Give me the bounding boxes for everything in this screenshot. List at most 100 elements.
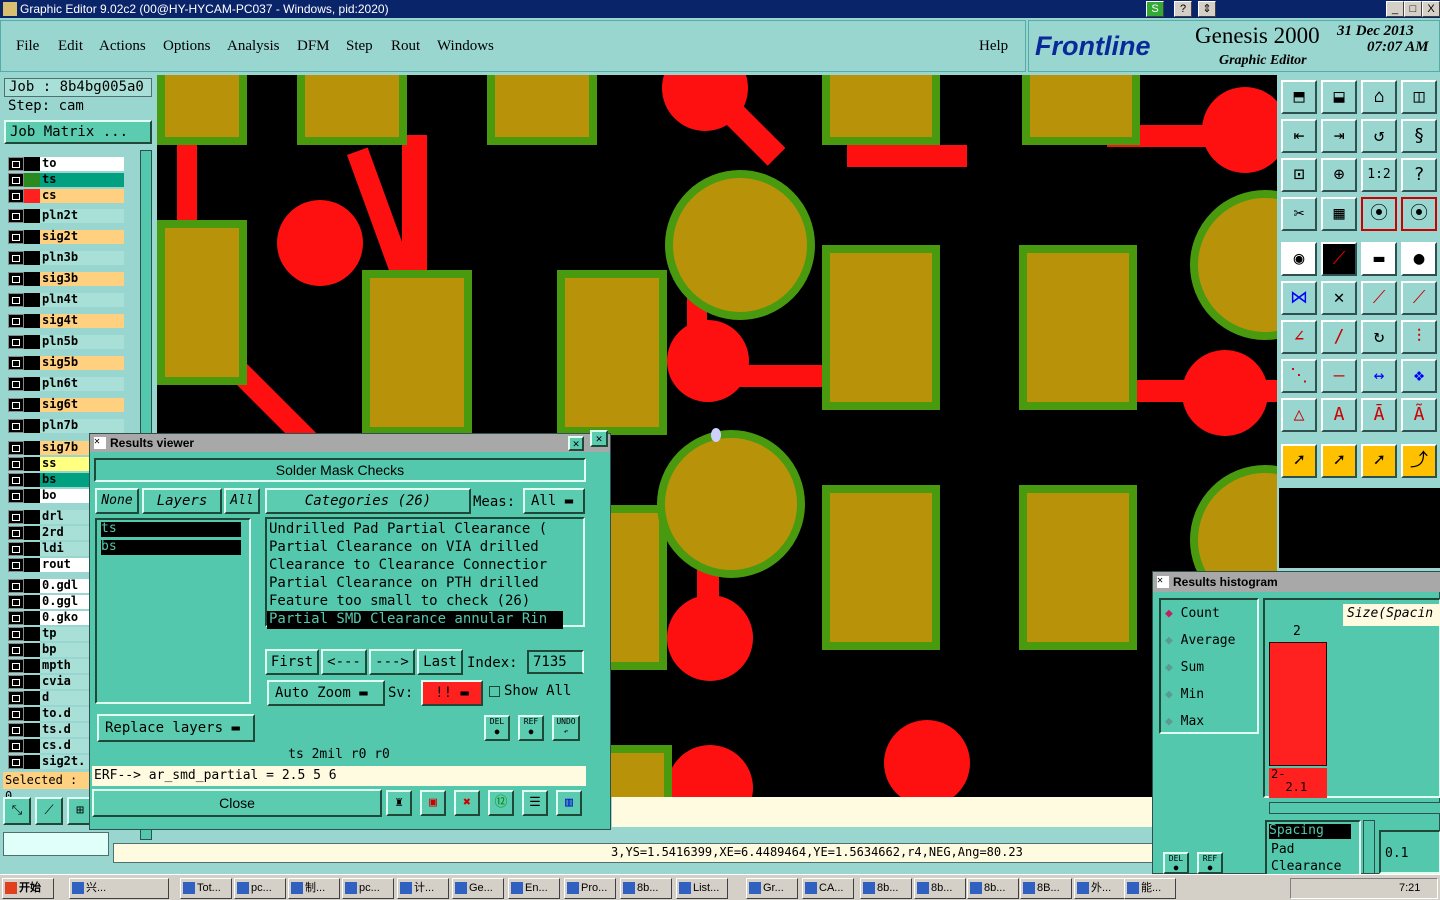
layer-color-swatch[interactable] [24, 659, 40, 673]
menu-rout[interactable]: Rout [391, 38, 420, 55]
layer-color-swatch[interactable] [24, 209, 40, 223]
layer-checkbox[interactable] [8, 356, 24, 370]
delete-icon[interactable]: ✖ [454, 790, 480, 816]
layer-color-swatch[interactable] [24, 419, 40, 433]
layer-checkbox[interactable] [8, 457, 24, 471]
layer-name[interactable]: sig5b [40, 356, 124, 370]
histogram-list-scrollbar[interactable] [1363, 820, 1375, 874]
layer-row[interactable]: pln4t [8, 293, 124, 307]
layer-checkbox[interactable] [8, 473, 24, 487]
layer-color-swatch[interactable] [24, 189, 40, 203]
layer-checkbox[interactable] [8, 377, 24, 391]
tool-icon-8[interactable]: § [1401, 119, 1437, 153]
cross-icon[interactable]: ✕ [1321, 281, 1357, 315]
category-item[interactable]: Feature too small to check (26) [267, 593, 563, 611]
taskbar-item[interactable]: CA... [802, 878, 854, 899]
category-item[interactable]: Undrilled Pad Partial Clearance ( [267, 521, 563, 539]
histogram-option[interactable]: ◆ Sum [1165, 658, 1255, 678]
layer-color-swatch[interactable] [24, 377, 40, 391]
taskbar-item[interactable]: 计... [397, 878, 449, 899]
tool-icon-7[interactable]: ↺ [1361, 119, 1397, 153]
layer-color-swatch[interactable] [24, 356, 40, 370]
layer-row[interactable]: sig2t [8, 230, 124, 244]
layer-color-swatch[interactable] [24, 272, 40, 286]
histogram-scrollbar[interactable] [1269, 802, 1440, 814]
pad-icon[interactable]: ◉ [1281, 242, 1317, 276]
next-button[interactable]: ---> [369, 649, 415, 675]
layer-row[interactable]: sig6t [8, 398, 124, 412]
layer-checkbox[interactable] [8, 209, 24, 223]
menu-windows[interactable]: Windows [437, 38, 494, 55]
layer-checkbox[interactable] [8, 739, 24, 753]
layer-checkbox[interactable] [8, 441, 24, 455]
taskbar-item[interactable]: 外... [1074, 878, 1126, 899]
layer-name[interactable]: pln2t [40, 209, 124, 223]
layer-color-swatch[interactable] [24, 489, 40, 503]
layer-name[interactable]: sig6t [40, 398, 124, 412]
taskbar-item[interactable]: Gr... [746, 878, 798, 899]
layer-color-swatch[interactable] [24, 723, 40, 737]
node-icon[interactable]: ⋈ [1281, 281, 1317, 315]
histogram-option[interactable]: ◆ Average [1165, 631, 1255, 651]
layer-color-swatch[interactable] [24, 335, 40, 349]
taskbar-item[interactable]: Pro... [564, 878, 616, 899]
layer-checkbox[interactable] [8, 510, 24, 524]
maximize-button[interactable]: □ [1404, 1, 1422, 17]
layer-color-swatch[interactable] [24, 542, 40, 556]
layer-checkbox[interactable] [8, 314, 24, 328]
layer-color-swatch[interactable] [24, 611, 40, 625]
slash-icon[interactable]: / [1321, 320, 1357, 354]
tri3-icon[interactable]: Ā [1361, 398, 1397, 432]
taskbar-item[interactable]: 8b... [967, 878, 1019, 899]
numbers-icon[interactable]: ⑫ [488, 790, 514, 816]
layer-name[interactable]: pln3b [40, 251, 124, 265]
report-icon[interactable]: ♜ [386, 790, 412, 816]
taskbar-item[interactable]: 8b... [914, 878, 966, 899]
menu-analysis[interactable]: Analysis [227, 38, 280, 55]
save-icon[interactable]: ▣ [420, 790, 446, 816]
layer-checkbox[interactable] [8, 659, 24, 673]
layer-row[interactable]: ts [8, 173, 124, 187]
layer-color-swatch[interactable] [24, 251, 40, 265]
tool-icon-5[interactable]: ⇤ [1281, 119, 1317, 153]
notes-icon[interactable]: ☰ [522, 790, 548, 816]
layer-color-swatch[interactable] [24, 627, 40, 641]
layer-row[interactable]: pln5b [8, 335, 124, 349]
query-icon[interactable]: ? [1401, 158, 1437, 192]
layer-color-swatch[interactable] [24, 579, 40, 593]
histogram-list-item[interactable]: Spacing [1269, 824, 1351, 839]
layer-checkbox[interactable] [8, 627, 24, 641]
layer-color-swatch[interactable] [24, 739, 40, 753]
radio-icon[interactable]: ◆ [1165, 633, 1173, 648]
last-button[interactable]: Last [417, 649, 463, 675]
fit-icon[interactable]: ⊡ [1281, 158, 1317, 192]
layer-checkbox[interactable] [8, 755, 24, 769]
results-outer-close-icon[interactable]: ✕ [590, 430, 608, 447]
layer-name[interactable]: sig3b [40, 272, 124, 286]
layer-checkbox[interactable] [8, 419, 24, 433]
categories-button[interactable]: Categories (26) [265, 488, 471, 514]
line-icon[interactable]: ⟋ [1321, 242, 1357, 276]
histogram-list[interactable]: Spacing Pad Clearance [1265, 820, 1361, 876]
meas-dropdown[interactable]: All ▬ [523, 488, 585, 514]
taskbar-item[interactable]: 制... [288, 878, 340, 899]
histogram-list-item[interactable]: Clearance [1271, 859, 1341, 874]
command-input[interactable] [3, 832, 109, 856]
layer-name[interactable]: pln6t [40, 377, 124, 391]
connect-icon[interactable]: ⟋ [1361, 281, 1397, 315]
layer-color-swatch[interactable] [24, 157, 40, 171]
layer-name[interactable]: pln5b [40, 335, 124, 349]
taskbar-item[interactable]: En... [508, 878, 560, 899]
layer-checkbox[interactable] [8, 173, 24, 187]
tool-icon-1[interactable]: ⬒ [1281, 80, 1317, 114]
layer-row[interactable]: pln2t [8, 209, 124, 223]
grid-tool-icon[interactable]: ▦ [1321, 197, 1357, 231]
layer-row[interactable]: to [8, 157, 124, 171]
minimize-button[interactable]: _ [1386, 1, 1404, 17]
pointer3-icon[interactable]: ➚ [1361, 444, 1397, 478]
help-icon[interactable]: ? [1174, 1, 1192, 17]
undo-button[interactable]: UNDO ↶ [552, 715, 580, 741]
menu-help[interactable]: Help [979, 38, 1008, 55]
arrow-icon[interactable]: ⇕ [1198, 1, 1216, 17]
sv-dropdown[interactable]: !! ▬ [421, 680, 483, 706]
